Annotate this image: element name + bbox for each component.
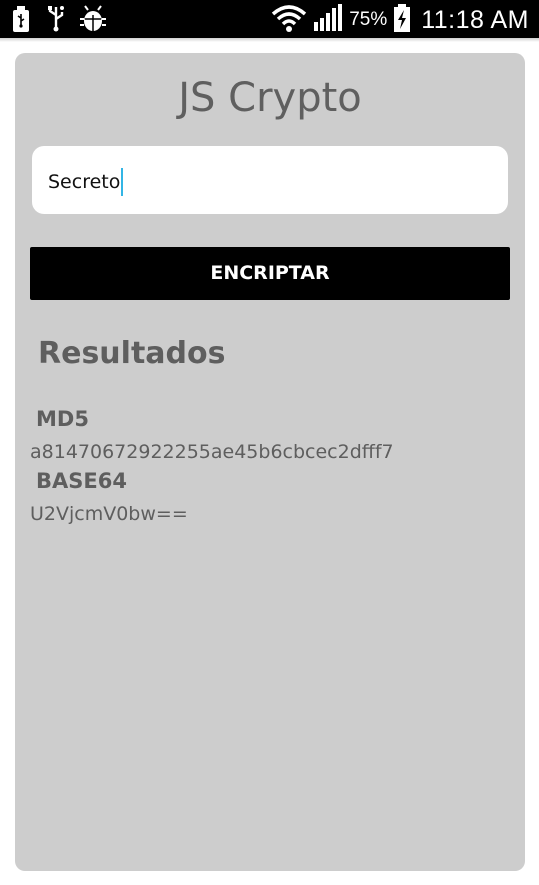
encrypt-button[interactable]: ENCRIPTAR xyxy=(30,247,510,300)
secret-input-text-wrap: Secreto xyxy=(48,168,124,196)
md5-label: MD5 xyxy=(36,407,89,431)
results-heading: Resultados xyxy=(38,336,226,371)
wifi-icon xyxy=(271,3,307,37)
status-bar: 75% 11:18 AM xyxy=(0,0,539,38)
android-debug-icon xyxy=(80,5,106,37)
status-right-icons: 75% 11:18 AM xyxy=(271,3,529,37)
app-title: JS Crypto xyxy=(178,75,362,121)
md5-value: a81470672922255ae45b6cbcec2dfff7 xyxy=(30,441,394,463)
secret-input[interactable]: Secreto xyxy=(32,146,508,214)
status-bar-shadow xyxy=(0,38,539,42)
secret-input-value: Secreto xyxy=(48,171,121,193)
usb-icon xyxy=(10,5,32,37)
main-card: JS Crypto Secreto ENCRIPTAR Resultados M… xyxy=(15,53,525,871)
usb-debug-icon xyxy=(46,5,66,37)
text-caret xyxy=(121,168,124,196)
clock: 11:18 AM xyxy=(421,5,529,34)
base64-value: U2VjcmV0bw== xyxy=(30,503,188,525)
battery-charging-icon xyxy=(393,3,411,37)
status-left-icons xyxy=(10,5,106,37)
signal-icon xyxy=(313,3,345,37)
base64-label: BASE64 xyxy=(36,469,127,493)
battery-percent: 75% xyxy=(349,9,388,30)
